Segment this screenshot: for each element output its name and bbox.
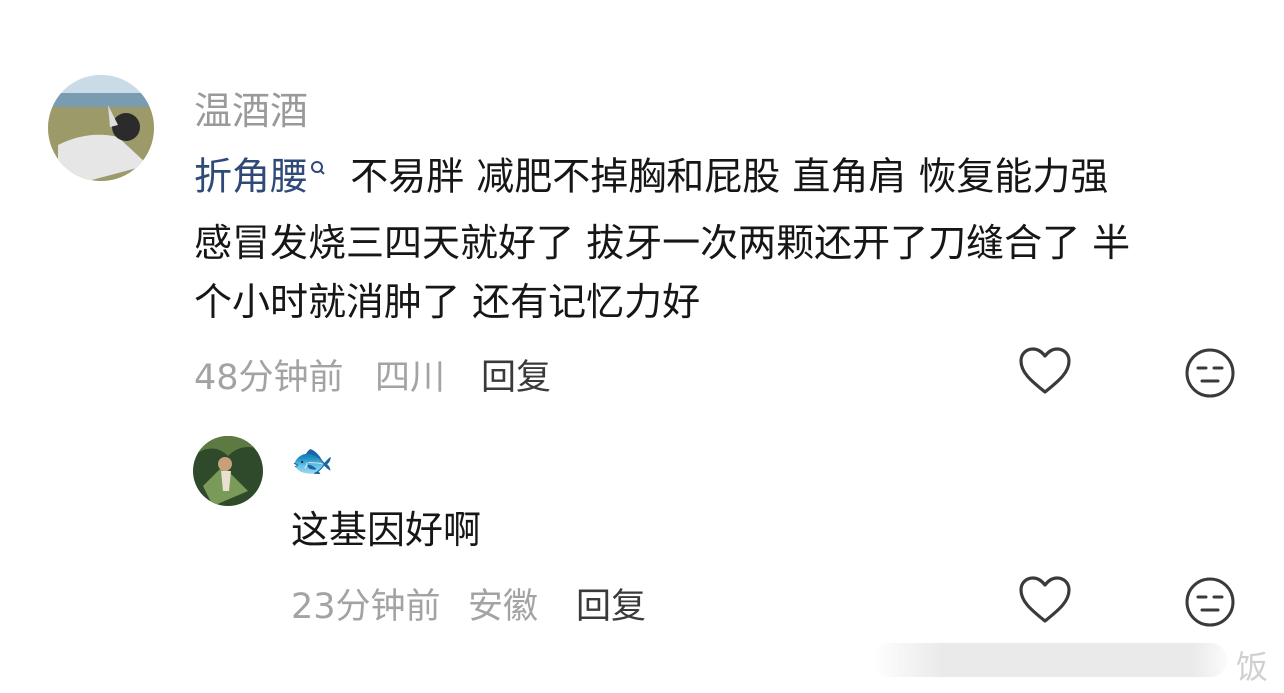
dislike-button[interactable] [1184,347,1236,403]
reply-username[interactable]: 🐟 [291,441,333,481]
reply-dislike-button[interactable] [1184,576,1236,632]
comment-time: 48分钟前 [194,358,344,398]
heart-icon [1019,347,1071,394]
heart-icon [1019,576,1071,623]
comment-text-part: 不易胖 减肥不掉胸和屁股 直角肩 恢复能力强 [350,154,1109,199]
watermark-text: 饭 [1236,648,1269,686]
meh-face-icon [1185,348,1235,398]
reply-avatar[interactable] [193,436,263,506]
meh-face-icon [1185,577,1235,627]
reply-like-button[interactable] [1018,575,1072,629]
reply-time: 23分钟前 [291,587,441,627]
comment-text-line-3: 个小时就消肿了 还有记忆力好 [194,280,701,324]
reply-text: 这基因好啊 [291,508,482,552]
search-icon[interactable] [310,160,326,181]
avatar-image [48,75,154,181]
avatar-image [193,436,263,506]
comment-location: 四川 [375,358,446,398]
reply-reply-button[interactable]: 回复 [576,578,646,629]
tag-link[interactable]: 折角腰 [194,155,308,199]
fish-emoji: 🐟 [291,441,334,481]
comment-text-line-1: 折角腰 不易胖 减肥不掉胸和屁股 直角肩 恢复能力强 [194,134,1108,214]
comment-username[interactable]: 温酒酒 [194,80,308,135]
avatar[interactable] [48,75,154,181]
comment-reply-button[interactable]: 回复 [481,349,551,400]
reply-location: 安徽 [468,587,539,627]
like-button[interactable] [1018,346,1072,400]
watermark-bar [872,643,1227,677]
